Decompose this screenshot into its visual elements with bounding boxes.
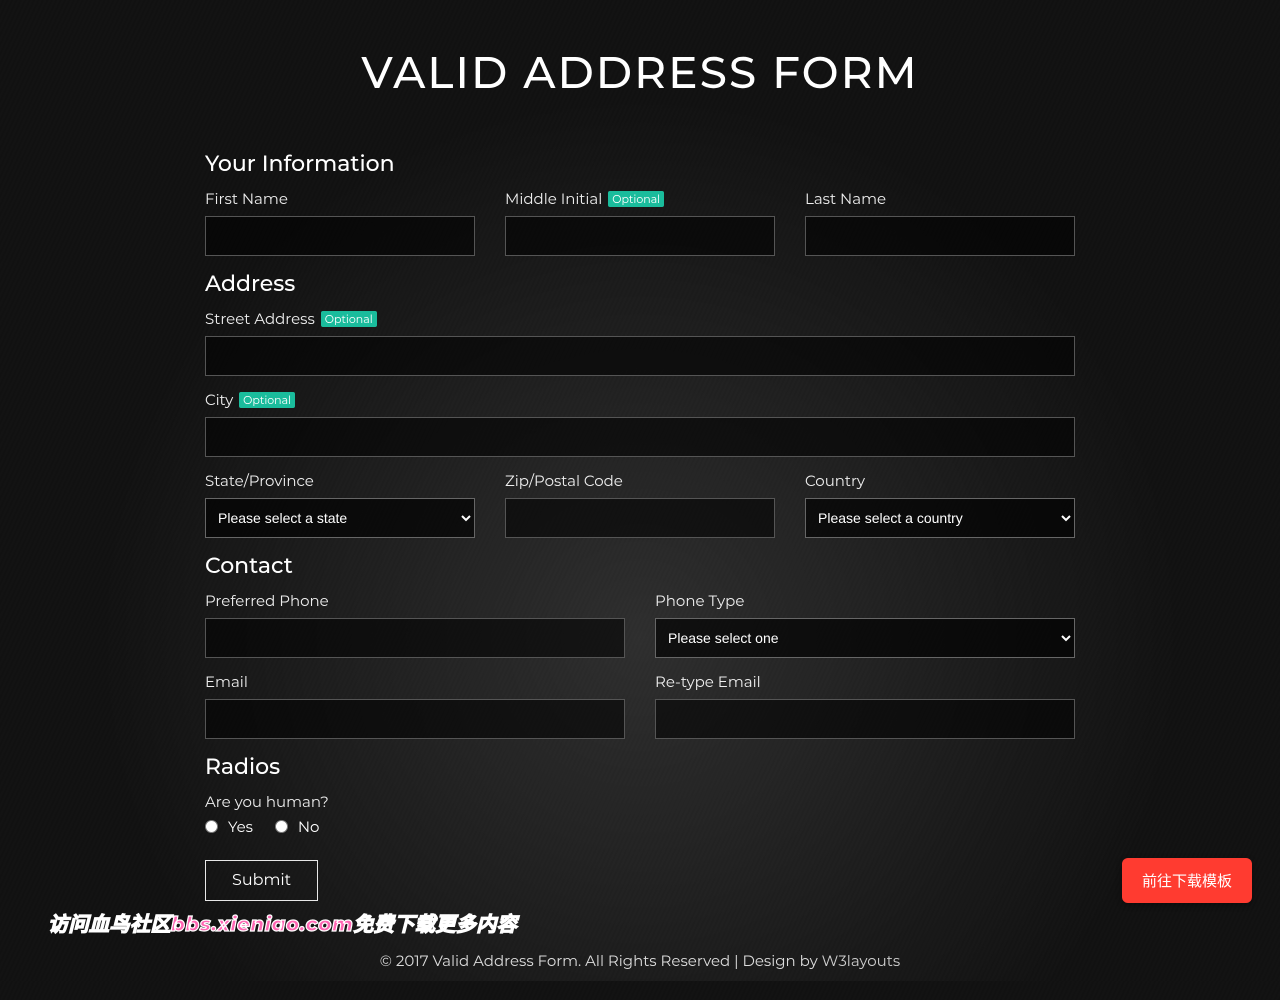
phone-type-select[interactable]: Please select one xyxy=(655,618,1075,658)
download-template-button[interactable]: 前往下载模板 xyxy=(1122,858,1252,903)
radio-yes-text: Yes xyxy=(228,817,253,836)
section-heading-address: Address xyxy=(205,270,1075,297)
form-container: Your Information First Name Middle Initi… xyxy=(205,150,1075,951)
state-select[interactable]: Please select a state xyxy=(205,498,475,538)
retype-email-input[interactable] xyxy=(655,699,1075,739)
phone-type-label: Phone Type xyxy=(655,591,1075,610)
radio-yes-input[interactable] xyxy=(205,820,218,833)
last-name-input[interactable] xyxy=(805,216,1075,256)
phone-input[interactable] xyxy=(205,618,625,658)
section-heading-radios: Radios xyxy=(205,753,1075,780)
street-input[interactable] xyxy=(205,336,1075,376)
middle-initial-input[interactable] xyxy=(505,216,775,256)
middle-initial-label-text: Middle Initial xyxy=(505,189,602,208)
optional-badge: Optional xyxy=(239,392,295,408)
submit-button[interactable]: Submit xyxy=(205,860,318,901)
city-label-text: City xyxy=(205,390,233,409)
radio-no-text: No xyxy=(298,817,320,836)
city-label: City Optional xyxy=(205,390,1075,409)
radios-group: Yes No xyxy=(205,817,1075,836)
page-footer: © 2017 Valid Address Form. All Rights Re… xyxy=(0,951,1280,1000)
last-name-label: Last Name xyxy=(805,189,1075,208)
radio-yes-label[interactable]: Yes xyxy=(205,817,257,836)
email-input[interactable] xyxy=(205,699,625,739)
zip-label: Zip/Postal Code xyxy=(505,471,775,490)
country-label: Country xyxy=(805,471,1075,490)
footer-text: © 2017 Valid Address Form. All Rights Re… xyxy=(380,951,822,970)
email-label: Email xyxy=(205,672,625,691)
radios-question: Are you human? xyxy=(205,792,1075,811)
city-input[interactable] xyxy=(205,417,1075,457)
optional-badge: Optional xyxy=(608,191,664,207)
footer-link[interactable]: W3layouts xyxy=(822,951,901,970)
radio-no-input[interactable] xyxy=(275,820,288,833)
street-label-text: Street Address xyxy=(205,309,315,328)
page-title: VALID ADDRESS FORM xyxy=(0,0,1280,140)
section-heading-info: Your Information xyxy=(205,150,1075,177)
street-label: Street Address Optional xyxy=(205,309,1075,328)
optional-badge: Optional xyxy=(321,311,377,327)
middle-initial-label: Middle Initial Optional xyxy=(505,189,775,208)
country-select[interactable]: Please select a country xyxy=(805,498,1075,538)
state-label: State/Province xyxy=(205,471,475,490)
retype-email-label: Re-type Email xyxy=(655,672,1075,691)
zip-input[interactable] xyxy=(505,498,775,538)
radio-no-label[interactable]: No xyxy=(275,817,320,836)
first-name-label: First Name xyxy=(205,189,475,208)
section-heading-contact: Contact xyxy=(205,552,1075,579)
phone-label: Preferred Phone xyxy=(205,591,625,610)
first-name-input[interactable] xyxy=(205,216,475,256)
